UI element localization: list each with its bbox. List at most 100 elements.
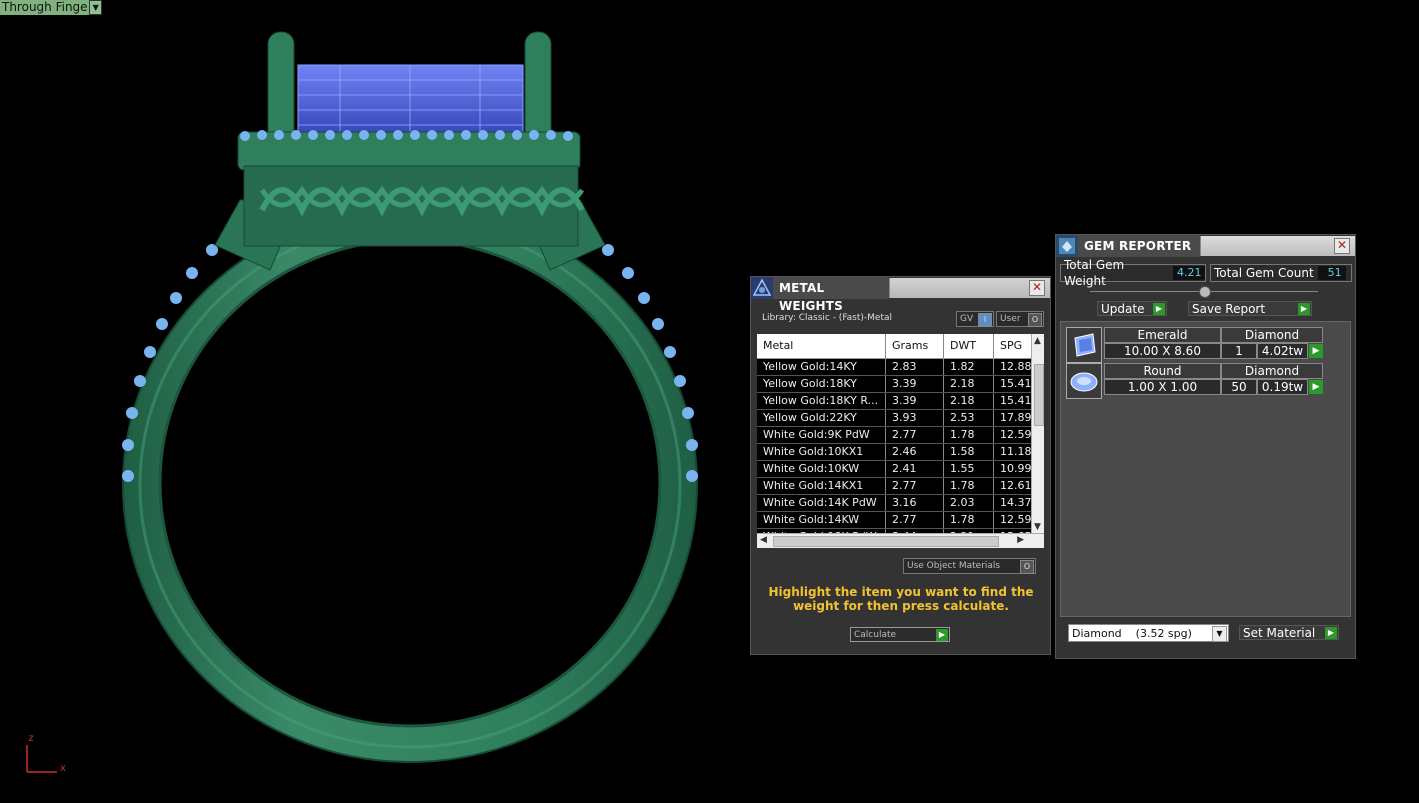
metal-table[interactable]: Metal Grams DWT SPG Yellow Gold:14KY 2.83… (757, 334, 1044, 548)
gem-reporter-icon (1056, 235, 1078, 257)
vertical-scroll-thumb[interactable] (1034, 364, 1044, 426)
gem-row-emerald[interactable]: Emerald Diamond 10.00 X 8.60 1 4.02tw ▶ (1066, 327, 1323, 363)
table-row[interactable]: White Gold:14K PdW 3.16 2.03 14.37 (757, 495, 1032, 512)
axis-x-label: x (60, 763, 67, 774)
scroll-up-icon[interactable]: ▲ (1034, 336, 1041, 346)
column-header-dwt[interactable]: DWT (944, 334, 994, 358)
table-row[interactable]: White Gold:14KW 2.77 1.78 12.59 (757, 512, 1032, 529)
library-label: Library: Classic - (Fast)-Metal (762, 313, 893, 323)
metal-table-rows: Yellow Gold:14KY 2.83 1.82 12.88 Yellow Gol… (757, 359, 1032, 546)
save-report-label: Save Report (1192, 302, 1266, 316)
gem-info: Round Diamond 1.00 X 1.00 50 0.19tw ▶ (1104, 363, 1323, 399)
chevron-down-icon[interactable]: ▼ (1212, 626, 1227, 642)
play-arrow-icon[interactable]: ▶ (1309, 344, 1323, 358)
gv-toggle-icon: I (978, 313, 992, 327)
cell-dwt: 2.03 (944, 495, 994, 511)
cell-grams: 3.93 (886, 410, 944, 426)
play-arrow-icon: ▶ (1325, 627, 1337, 639)
cell-metal: Yellow Gold:18KY R... (757, 393, 886, 409)
cell-dwt: 2.53 (944, 410, 994, 426)
column-header-grams[interactable]: Grams (886, 334, 944, 358)
horizontal-scrollbar[interactable]: ◀ ▶ (757, 533, 1044, 548)
cell-metal: Yellow Gold:14KY (757, 359, 886, 375)
set-material-button[interactable]: Set Material ▶ (1239, 625, 1339, 640)
total-gem-weight-value: 4.21 (1173, 266, 1205, 280)
update-button[interactable]: Update ▶ (1097, 301, 1167, 316)
cell-grams: 2.77 (886, 427, 944, 443)
metal-weights-icon (751, 277, 773, 299)
gem-count: 1 (1221, 343, 1257, 359)
round-gem-icon (1066, 363, 1102, 399)
play-arrow-icon[interactable]: ▶ (1309, 380, 1323, 394)
cell-grams: 2.77 (886, 478, 944, 494)
update-label: Update (1101, 302, 1145, 316)
gem-info: Emerald Diamond 10.00 X 8.60 1 4.02tw ▶ (1104, 327, 1323, 363)
metal-weights-panel: METAL WEIGHTS ✕ Library: Classic - (Fast… (750, 276, 1051, 655)
table-row[interactable]: Yellow Gold:14KY 2.83 1.82 12.88 (757, 359, 1032, 376)
table-row[interactable]: Yellow Gold:22KY 3.93 2.53 17.89 (757, 410, 1032, 427)
cell-grams: 2.83 (886, 359, 944, 375)
divider-handle[interactable] (1199, 286, 1211, 298)
gem-weight: 0.19tw (1257, 379, 1308, 395)
calculate-label: Calculate (854, 630, 897, 640)
axis-z-label: z (28, 733, 35, 744)
cell-metal: White Gold:10KW (757, 461, 886, 477)
use-object-materials-toggle[interactable]: Use Object Materials O (903, 558, 1036, 574)
vertical-scrollbar[interactable]: ▲ ▼ (1031, 334, 1044, 534)
gem-cut: Round (1104, 363, 1221, 379)
scroll-down-icon[interactable]: ▼ (1034, 522, 1041, 532)
cell-metal: Yellow Gold:22KY (757, 410, 886, 426)
metal-weights-title: METAL WEIGHTS (773, 277, 889, 313)
table-row[interactable]: Yellow Gold:18KY R... 3.39 2.18 15.41 (757, 393, 1032, 410)
cell-grams: 2.41 (886, 461, 944, 477)
cell-grams: 3.39 (886, 393, 944, 409)
cell-spg: 12.61 (994, 478, 1032, 494)
gem-row-round[interactable]: Round Diamond 1.00 X 1.00 50 0.19tw ▶ (1066, 363, 1323, 399)
table-row[interactable]: White Gold:14KX1 2.77 1.78 12.61 (757, 478, 1032, 495)
gem-cut: Emerald (1104, 327, 1221, 343)
cell-spg: 12.59 (994, 427, 1032, 443)
cell-dwt: 1.82 (944, 359, 994, 375)
table-row[interactable]: White Gold:10KX1 2.46 1.58 11.18 (757, 444, 1032, 461)
table-row[interactable]: Yellow Gold:18KY 3.39 2.18 15.41 (757, 376, 1032, 393)
gem-reporter-title: GEM REPORTER (1078, 235, 1200, 257)
cell-spg: 11.18 (994, 444, 1032, 460)
save-report-button[interactable]: Save Report ▶ (1188, 301, 1312, 316)
cell-metal: White Gold:10KX1 (757, 444, 886, 460)
user-toggle[interactable]: User O (996, 311, 1044, 327)
gem-list: Emerald Diamond 10.00 X 8.60 1 4.02tw ▶ (1060, 321, 1351, 617)
metal-weights-titlebar[interactable]: METAL WEIGHTS ✕ (751, 277, 1050, 313)
column-header-spg[interactable]: SPG (994, 334, 1032, 358)
cell-spg: 12.59 (994, 512, 1032, 528)
cell-dwt: 1.78 (944, 427, 994, 443)
play-arrow-icon: ▶ (1298, 303, 1310, 315)
horizontal-scroll-thumb[interactable] (773, 536, 999, 547)
ring-band (122, 207, 698, 763)
chevron-down-icon[interactable]: ▼ (89, 0, 102, 15)
gem-material: Diamond (1221, 363, 1323, 379)
close-icon[interactable]: ✕ (1334, 238, 1350, 254)
cell-grams: 3.16 (886, 495, 944, 511)
viewport-label[interactable]: Through Finger ▼ (0, 0, 102, 15)
cell-metal: Yellow Gold:18KY (757, 376, 886, 392)
table-row[interactable]: White Gold:10KW 2.41 1.55 10.99 (757, 461, 1032, 478)
cell-spg: 17.89 (994, 410, 1032, 426)
totals-row: Total Gem Weight 4.21 Total Gem Count 51 (1060, 258, 1356, 288)
calculate-button[interactable]: Calculate ▶ (850, 627, 950, 642)
emerald-gem-icon (1066, 327, 1102, 363)
gem-reporter-panel: GEM REPORTER ✕ Total Gem Weight 4.21 Tot… (1055, 234, 1356, 659)
cell-dwt: 1.78 (944, 512, 994, 528)
scroll-left-icon[interactable]: ◀ (760, 535, 767, 545)
gv-toggle[interactable]: GV I (956, 311, 994, 327)
table-row[interactable]: White Gold:9K PdW 2.77 1.78 12.59 (757, 427, 1032, 444)
gem-weight: 4.02tw (1257, 343, 1308, 359)
scroll-right-icon[interactable]: ▶ (1017, 535, 1024, 545)
close-icon[interactable]: ✕ (1029, 280, 1045, 296)
material-select[interactable]: Diamond (3.52 spg) ▼ (1068, 624, 1229, 642)
cell-dwt: 1.58 (944, 444, 994, 460)
cell-grams: 2.77 (886, 512, 944, 528)
play-arrow-icon: ▶ (1153, 303, 1165, 315)
column-header-metal[interactable]: Metal (757, 334, 886, 358)
gem-reporter-titlebar[interactable]: GEM REPORTER ✕ (1056, 235, 1355, 257)
cell-metal: White Gold:14K PdW (757, 495, 886, 511)
